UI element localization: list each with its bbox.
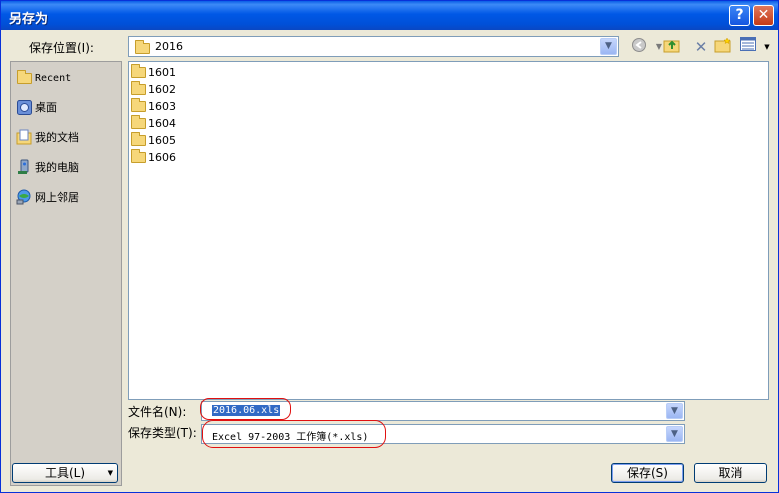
network-icon — [15, 189, 33, 205]
place-label: 我的电脑 — [35, 161, 79, 174]
save-in-combo[interactable]: 2016 ▼ — [128, 36, 619, 57]
recent-folder-icon — [15, 69, 33, 86]
save-in-value: 2016 — [155, 40, 183, 53]
place-network[interactable]: 网上邻居 — [15, 186, 119, 208]
file-name-highlight — [200, 398, 291, 420]
file-name: 1604 — [148, 117, 176, 130]
up-folder-icon[interactable] — [662, 37, 682, 57]
save-in-label: 保存位置(I): — [29, 41, 94, 55]
window-title: 另存为 — [9, 12, 49, 27]
close-button[interactable]: ✕ — [753, 5, 774, 26]
delete-icon[interactable]: ✕ — [691, 37, 711, 57]
place-desktop[interactable]: 桌面 — [15, 96, 119, 118]
file-name: 1606 — [148, 151, 176, 164]
desktop-icon — [15, 99, 33, 115]
place-label: 网上邻居 — [35, 191, 79, 204]
chevron-down-icon[interactable]: ▼ — [666, 403, 683, 419]
folder-icon — [131, 132, 146, 146]
place-my-documents[interactable]: 我的文档 — [15, 126, 119, 148]
file-name: 1602 — [148, 83, 176, 96]
file-type-label: 保存类型(T): — [128, 426, 197, 440]
folder-icon — [131, 149, 146, 163]
file-name-label: 文件名(N): — [128, 405, 187, 419]
list-item[interactable]: 1605 — [131, 132, 176, 149]
file-name: 1605 — [148, 134, 176, 147]
file-name: 1601 — [148, 66, 176, 79]
tools-button[interactable]: 工具(L) ▼ — [12, 463, 118, 483]
cancel-button[interactable]: 取消 — [694, 463, 767, 483]
chevron-down-icon[interactable]: ▼ — [600, 38, 617, 55]
folder-icon — [131, 64, 146, 78]
list-item[interactable]: 1606 — [131, 149, 176, 166]
file-list[interactable]: 1601 1602 1603 1604 1605 1606 — [128, 61, 769, 400]
file-type-highlight — [202, 420, 386, 448]
chevron-down-icon: ▼ — [107, 469, 113, 477]
list-item[interactable]: 1602 — [131, 81, 176, 98]
folder-icon — [131, 81, 146, 95]
place-my-computer[interactable]: 我的电脑 — [15, 156, 119, 178]
title-bar[interactable]: 另存为 ? ✕ — [1, 1, 778, 30]
back-icon[interactable] — [629, 37, 649, 57]
place-recent[interactable]: Recent — [15, 67, 119, 89]
folder-icon — [131, 98, 146, 112]
list-item[interactable]: 1601 — [131, 64, 176, 81]
save-as-dialog: 另存为 ? ✕ 保存位置(I): 2016 ▼ ▼ ✕ ▼ Recent 桌面 — [0, 0, 779, 493]
tools-button-label: 工具(L) — [44, 466, 86, 480]
list-item[interactable]: 1603 — [131, 98, 176, 115]
place-label: 我的文档 — [35, 131, 79, 144]
save-button[interactable]: 保存(S) — [611, 463, 684, 483]
folder-icon — [131, 115, 146, 129]
places-bar: Recent 桌面 我的文档 我的电脑 网上邻居 — [10, 61, 122, 486]
folder-icon — [135, 40, 150, 54]
view-dropdown-icon[interactable]: ▼ — [757, 37, 777, 57]
help-button[interactable]: ? — [729, 5, 750, 26]
place-label: 桌面 — [35, 101, 57, 114]
place-label: Recent — [35, 72, 72, 84]
new-folder-icon[interactable] — [713, 37, 733, 57]
file-name: 1603 — [148, 100, 176, 113]
list-item[interactable]: 1604 — [131, 115, 176, 132]
my-documents-icon — [15, 129, 33, 145]
chevron-down-icon[interactable]: ▼ — [666, 426, 683, 442]
my-computer-icon — [15, 159, 33, 175]
view-menu-icon[interactable] — [738, 37, 758, 57]
